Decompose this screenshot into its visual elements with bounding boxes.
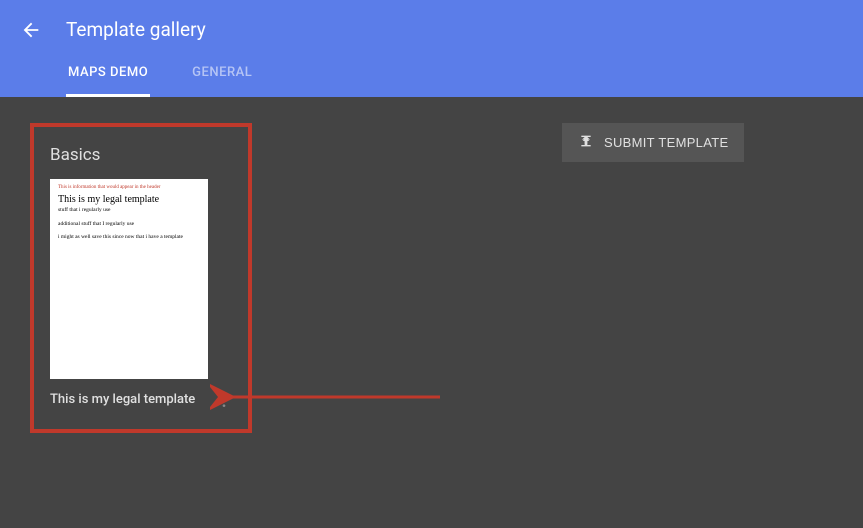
upload-icon [578,133,594,152]
thumb-doc-title: This is my legal template [58,194,200,205]
header-top: Template gallery [20,0,843,55]
tab-general[interactable]: GENERAL [190,55,254,97]
annotation-highlight-box: Basics This is information that would ap… [30,123,252,433]
template-thumbnail[interactable]: This is information that would appear in… [50,179,208,379]
template-card-title: This is my legal template [50,391,208,409]
submit-template-button[interactable]: SUBMIT TEMPLATE [562,123,744,162]
submit-button-label: SUBMIT TEMPLATE [604,135,728,150]
card-footer: This is my legal template [50,391,232,413]
section-title: Basics [50,145,232,165]
thumb-header-text: This is information that would appear in… [58,185,200,190]
thumb-para: stuff that i regularly use [58,207,200,214]
tab-maps-demo[interactable]: MAPS DEMO [66,55,150,97]
more-options-icon[interactable] [216,391,232,413]
back-arrow-icon[interactable] [20,19,42,41]
page-title: Template gallery [66,18,206,41]
tabs: MAPS DEMO GENERAL [20,55,843,97]
content-area: Basics This is information that would ap… [0,97,863,459]
app-header: Template gallery MAPS DEMO GENERAL [0,0,863,97]
thumb-para: i might as well save this since now that… [58,234,200,241]
thumb-para: additional stuff that I regularly use [58,221,200,228]
